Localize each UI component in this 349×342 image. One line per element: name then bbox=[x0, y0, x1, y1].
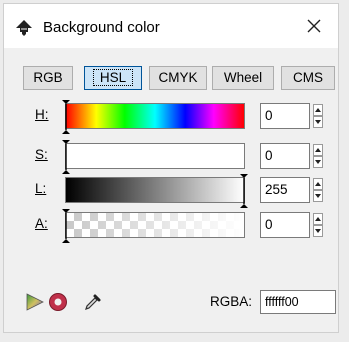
rgba-label: RGBA: bbox=[210, 294, 253, 309]
saturation-spin-buttons[interactable] bbox=[313, 144, 323, 168]
hue-slider[interactable] bbox=[62, 100, 245, 134]
slider-marker[interactable] bbox=[240, 174, 248, 208]
tab-cms[interactable]: CMS bbox=[281, 66, 335, 90]
title-bar: Background color bbox=[4, 4, 338, 48]
tab-label: Wheel bbox=[223, 70, 263, 85]
slider-marker[interactable] bbox=[62, 100, 70, 134]
hue-label: H: bbox=[35, 107, 49, 122]
lightness-spin-buttons[interactable] bbox=[313, 178, 323, 202]
tab-label: CMYK bbox=[158, 70, 198, 85]
out-of-gamut-icon[interactable] bbox=[25, 292, 45, 312]
alpha-slider[interactable] bbox=[62, 209, 245, 243]
tab-cmyk[interactable]: CMYK bbox=[149, 66, 207, 90]
hue-value: 0 bbox=[265, 108, 273, 123]
saturation-value: 0 bbox=[265, 148, 273, 163]
lightness-value: 255 bbox=[265, 182, 288, 197]
slider-marker[interactable] bbox=[62, 140, 70, 174]
background-color-dialog: Background color RGB HSL CMYK Wheel CMS … bbox=[3, 3, 339, 333]
eyedropper-icon[interactable] bbox=[83, 292, 103, 312]
close-icon[interactable] bbox=[302, 14, 326, 38]
tab-label: RGB bbox=[33, 70, 63, 85]
rgba-input[interactable]: ffffff00 bbox=[260, 290, 336, 314]
rgba-value: ffffff00 bbox=[265, 295, 299, 309]
tab-hsl[interactable]: HSL bbox=[84, 66, 142, 90]
alpha-value-input[interactable]: 0 bbox=[260, 212, 310, 238]
inkscape-app-icon bbox=[16, 20, 32, 36]
hue-spin-buttons[interactable] bbox=[313, 104, 323, 128]
alpha-gradient bbox=[66, 213, 244, 237]
tab-label: HSL bbox=[92, 69, 134, 86]
tab-label: CMS bbox=[293, 70, 323, 85]
alpha-label: A: bbox=[35, 216, 48, 231]
lightness-value-input[interactable]: 255 bbox=[260, 177, 310, 203]
hue-value-input[interactable]: 0 bbox=[260, 103, 310, 129]
tab-rgb[interactable]: RGB bbox=[23, 66, 73, 90]
no-paint-icon[interactable] bbox=[48, 292, 68, 312]
lightness-slider[interactable] bbox=[65, 174, 248, 208]
window-title: Background color bbox=[43, 19, 160, 36]
lightness-label: L: bbox=[35, 181, 47, 196]
saturation-label: S: bbox=[35, 147, 48, 162]
alpha-spin-buttons[interactable] bbox=[313, 213, 323, 237]
alpha-value: 0 bbox=[265, 217, 273, 232]
tab-wheel[interactable]: Wheel bbox=[212, 66, 274, 90]
saturation-slider[interactable] bbox=[62, 140, 245, 174]
saturation-value-input[interactable]: 0 bbox=[260, 143, 310, 169]
